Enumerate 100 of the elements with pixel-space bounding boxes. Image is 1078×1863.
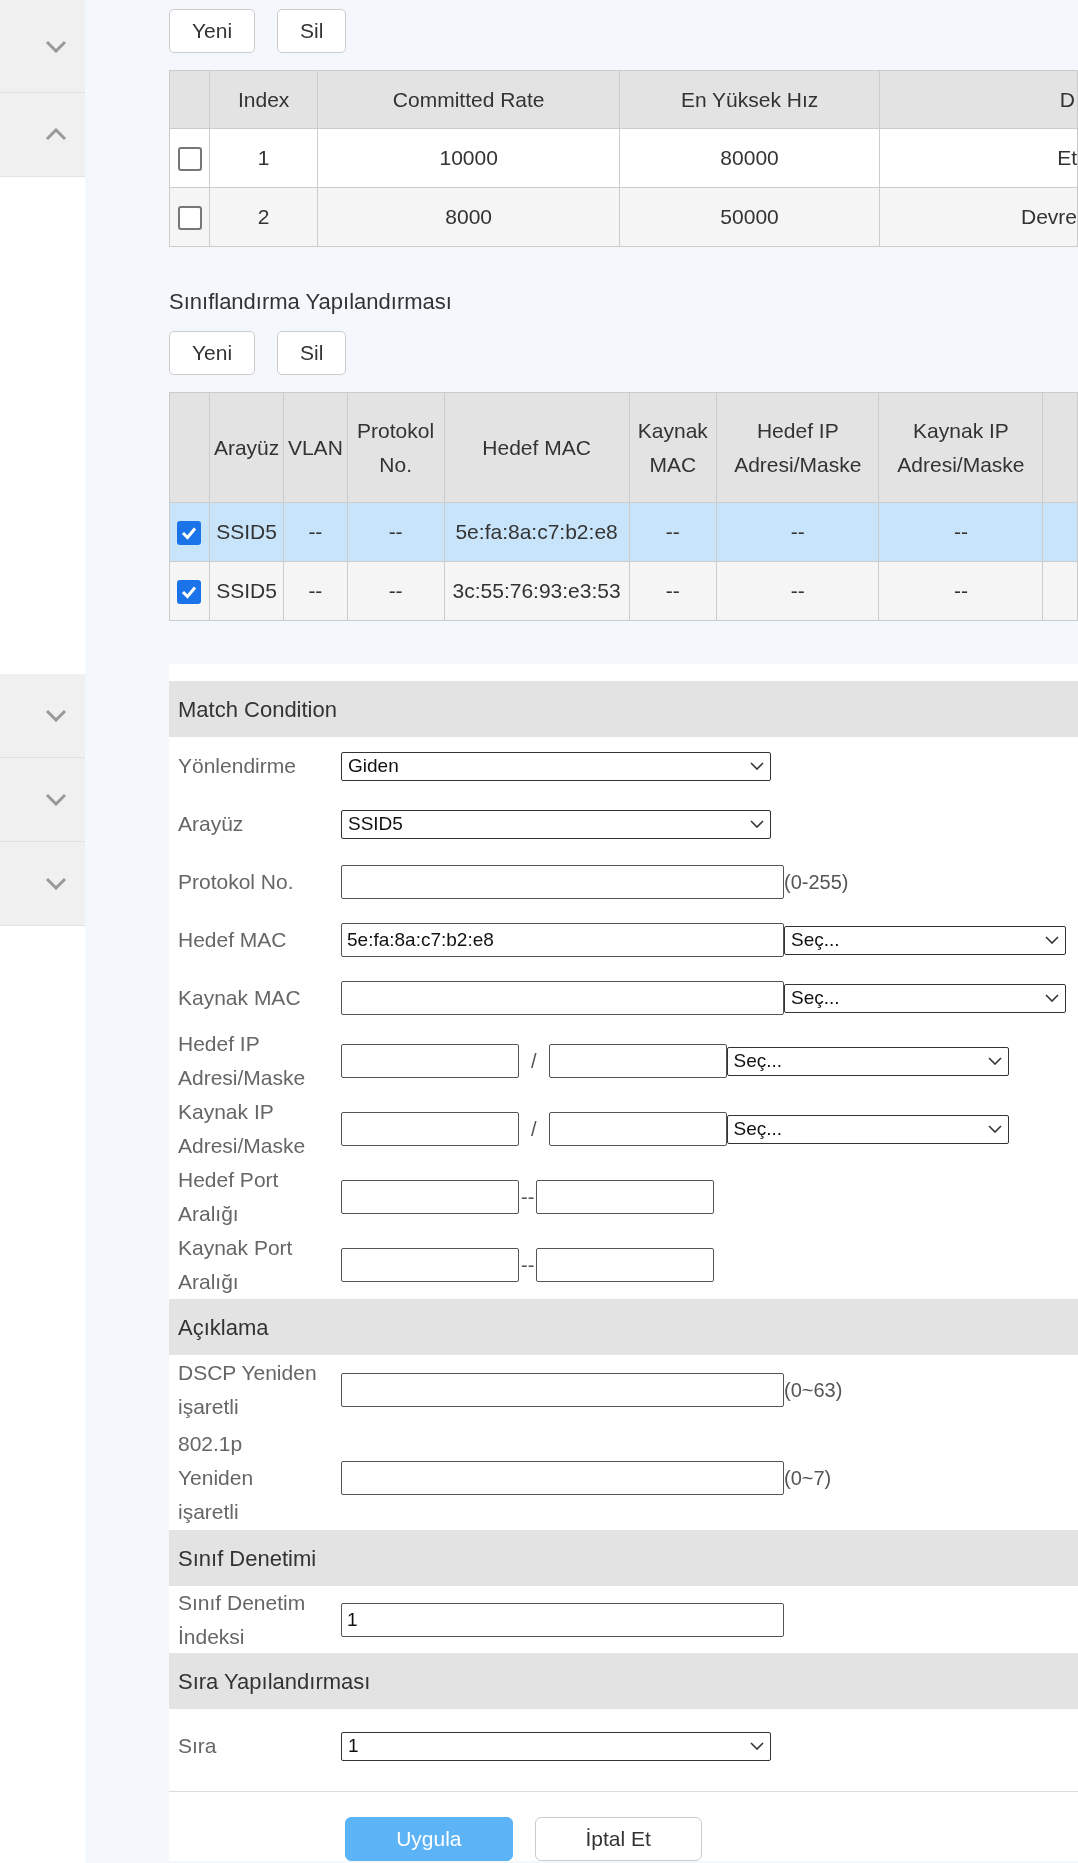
separator-text: --: [521, 1185, 535, 1210]
table-cell: --: [283, 502, 348, 562]
table-cell: --: [629, 561, 717, 621]
table-cell: Et: [879, 128, 1078, 188]
field-label: DSCP Yeniden işaretli: [177, 1360, 318, 1420]
field-label: Hedef IP Adresi/Maske: [177, 1031, 307, 1091]
dropdown[interactable]: Seç...: [784, 983, 1066, 1013]
dropdown[interactable]: 1: [341, 1731, 771, 1761]
checkbox[interactable]: [177, 147, 202, 172]
input-field[interactable]: [341, 1460, 784, 1495]
input-field[interactable]: [341, 865, 784, 899]
table-cell: SSID5: [209, 561, 284, 621]
chevron-down-icon: [750, 762, 764, 770]
section-header: Sıra Yapılandırması: [169, 1653, 1078, 1709]
field-label: Yönlendirme: [177, 753, 297, 779]
dropdown[interactable]: Seç...: [784, 925, 1066, 955]
hint-text: (0~63): [784, 1378, 843, 1403]
separator-text: --: [521, 1253, 535, 1278]
dropdown[interactable]: Seç...: [726, 1046, 1009, 1076]
chevron-down-icon: [1045, 994, 1059, 1002]
dropdown[interactable]: SSID5: [341, 809, 771, 839]
hint-text: (0~7): [784, 1465, 832, 1491]
field-label: Arayüz: [177, 811, 245, 837]
column-header: Hedef MAC: [444, 392, 629, 503]
chevron-up-icon: [45, 128, 67, 141]
table-button[interactable]: Sil: [277, 9, 347, 53]
input-field[interactable]: [341, 1248, 519, 1282]
section-title: Sınıflandırma Yapılandırması: [169, 288, 453, 316]
input-field[interactable]: 5e:fa:8a:c7:b2:e8: [341, 923, 784, 957]
column-header: Hedef IP Adresi/Maske: [716, 392, 879, 503]
column-header: Kaynak MAC: [629, 392, 717, 503]
chevron-down-icon: [45, 709, 67, 722]
table-cell: 8000: [317, 187, 620, 247]
dropdown[interactable]: Seç...: [726, 1114, 1009, 1144]
chevron-down-icon: [750, 820, 764, 828]
input-field[interactable]: [341, 981, 784, 1015]
field-label: Protokol No.: [177, 869, 295, 895]
table-button[interactable]: Sil: [277, 331, 347, 375]
table-button[interactable]: Yeni: [169, 331, 256, 375]
field-label: Sınıf Denetim İndeksi: [177, 1589, 307, 1650]
column-header: Committed Rate: [317, 70, 620, 129]
chevron-down-icon: [1045, 936, 1059, 944]
column-header: Kaynak IP Adresi/Maske: [878, 392, 1043, 503]
column-header: D: [879, 70, 1078, 129]
column-header: Index: [209, 70, 318, 129]
hint-text: (0-255): [784, 870, 849, 895]
table-cell: 80000: [619, 128, 880, 188]
table-cell: --: [347, 502, 445, 562]
input-field[interactable]: [341, 1044, 519, 1078]
input-field[interactable]: [548, 1112, 727, 1146]
input-field[interactable]: [341, 1373, 784, 1407]
table-cell: 1: [209, 128, 318, 188]
section-header: Açıklama: [169, 1299, 1078, 1355]
table-cell: --: [878, 561, 1043, 621]
chevron-down-icon: [45, 793, 67, 806]
table-cell: --: [878, 502, 1043, 562]
table-cell: --: [716, 502, 879, 562]
input-field[interactable]: [536, 1248, 715, 1282]
chevron-down-icon: [750, 1742, 764, 1750]
table-cell: 2: [209, 187, 318, 247]
chevron-down-icon: [45, 877, 67, 890]
input-field[interactable]: [548, 1044, 727, 1078]
cancel-button[interactable]: İptal Et: [534, 1817, 702, 1861]
chevron-down-icon: [45, 39, 67, 53]
column-header: En Yüksek Hız: [619, 70, 880, 129]
field-label: Kaynak MAC: [177, 985, 302, 1011]
table-cell: 3c:55:76:93:e3:53: [444, 561, 629, 621]
field-label: 802.1p Yeniden işaretli: [177, 1430, 255, 1525]
section-header: Sınıf Denetimi: [169, 1530, 1078, 1586]
separator-text: /: [531, 1117, 537, 1142]
checkbox[interactable]: [177, 521, 202, 546]
input-field[interactable]: [536, 1180, 715, 1214]
column-header: Protokol No.: [347, 392, 445, 503]
chevron-down-icon: [987, 1057, 1002, 1065]
table-button[interactable]: Yeni: [169, 9, 256, 53]
chevron-down-icon: [987, 1125, 1002, 1133]
table-cell: SSID5: [209, 502, 284, 562]
separator-text: /: [531, 1049, 537, 1074]
field-label: Kaynak IP Adresi/Maske: [177, 1099, 307, 1159]
input-field[interactable]: [341, 1112, 519, 1146]
dropdown[interactable]: Giden: [341, 751, 771, 781]
table-cell: --: [716, 561, 879, 621]
checkbox[interactable]: [177, 580, 202, 605]
field-label: Hedef MAC: [177, 927, 288, 953]
column-header: Arayüz: [209, 392, 284, 503]
table-cell: 50000: [619, 187, 880, 247]
table-cell: Devre: [879, 187, 1078, 247]
table-cell: --: [283, 561, 348, 621]
section-header: Match Condition: [169, 681, 1078, 737]
table-cell: --: [629, 502, 717, 562]
checkbox[interactable]: [177, 206, 202, 231]
input-field[interactable]: 1: [341, 1602, 784, 1637]
field-label: Kaynak Port Aralığı: [177, 1235, 294, 1295]
field-label: Sıra: [177, 1733, 218, 1759]
table-cell: 5e:fa:8a:c7:b2:e8: [444, 502, 629, 562]
input-field[interactable]: [341, 1180, 519, 1214]
table-cell: --: [347, 561, 445, 621]
table-cell: 10000: [317, 128, 620, 188]
column-header: VLAN: [283, 392, 348, 503]
field-label: Hedef Port Aralığı: [177, 1167, 280, 1227]
